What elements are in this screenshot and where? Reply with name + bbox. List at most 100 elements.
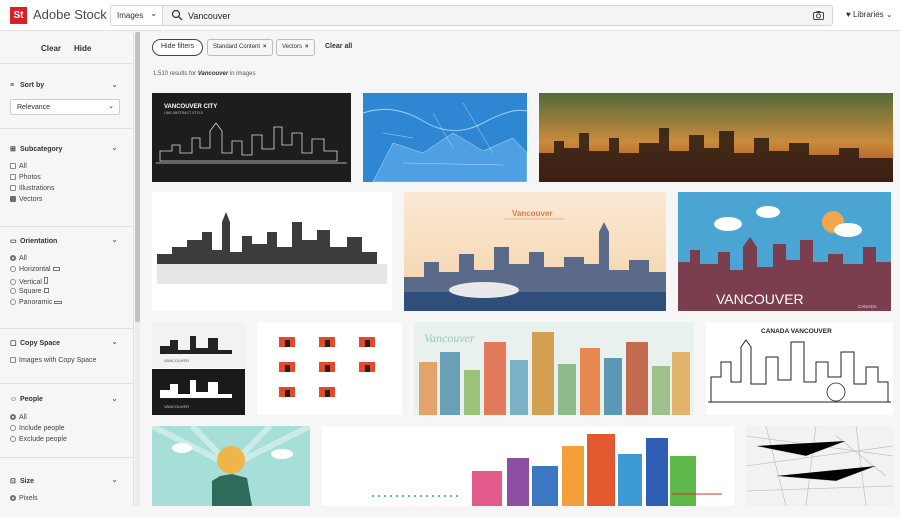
asset-type-select[interactable]: Images ⌄: [110, 5, 163, 26]
result-thumbnail[interactable]: VANCOUVER VANCOUVER: [152, 322, 245, 415]
result-thumbnail[interactable]: VANCOUVER CITY LINE ABSTRACT STYLE: [152, 93, 351, 182]
sort-section: ≡ Sort by ⌄ Relevance ⌄: [0, 80, 134, 129]
radio-horizontal[interactable]: Horizontal: [10, 266, 60, 273]
hide-filters-button[interactable]: Hide filters: [152, 39, 204, 56]
people-icon: ☺: [10, 396, 18, 403]
radio-selected[interactable]: [10, 255, 16, 261]
libraries-button[interactable]: ♥ Libraries ⌄: [846, 10, 893, 19]
close-icon[interactable]: ×: [263, 44, 267, 50]
checkbox-vectors[interactable]: Vectors: [10, 196, 42, 203]
result-thumbnail[interactable]: Vancouver: [414, 322, 694, 415]
size-header[interactable]: ⊡ Size: [10, 477, 34, 485]
skyline-line-art: VANCOUVER CITY LINE ABSTRACT STYLE: [156, 104, 347, 164]
people-title: People: [20, 396, 43, 403]
option-label: Square: [19, 288, 42, 295]
radio-pixels[interactable]: Pixels: [10, 495, 38, 502]
checkbox-checked[interactable]: [10, 196, 16, 202]
result-thumbnail[interactable]: [152, 426, 310, 506]
skyline-sunset: [539, 128, 893, 182]
copy-space-icon: ▢: [10, 340, 17, 347]
people-header[interactable]: ☺ People: [10, 396, 43, 403]
radio[interactable]: [10, 436, 16, 442]
radio[interactable]: [10, 425, 16, 431]
radio[interactable]: [10, 288, 16, 294]
option-label: Horizontal: [19, 266, 51, 273]
close-icon[interactable]: ×: [305, 44, 309, 50]
camera-icon[interactable]: [813, 11, 824, 20]
sort-header[interactable]: ≡ Sort by: [10, 82, 44, 89]
radio-selected[interactable]: [10, 414, 16, 420]
result-thumbnail[interactable]: [152, 192, 392, 311]
result-thumbnail[interactable]: [539, 93, 893, 182]
option-label: Photos: [19, 174, 41, 181]
copy-space-header[interactable]: ▢ Copy Space: [10, 339, 60, 347]
chevron-down-icon[interactable]: ⌄: [111, 235, 118, 244]
results-area: Hide filters Standard Content × Vectors × …: [140, 32, 900, 506]
radio-all[interactable]: All: [10, 255, 27, 262]
checkbox-illustrations[interactable]: Illustrations: [10, 185, 54, 192]
option-label: All: [19, 163, 27, 170]
result-thumbnail[interactable]: [746, 426, 893, 506]
skyline-two-tone: VANCOUVER VANCOUVER: [152, 322, 245, 415]
result-thumbnail[interactable]: [322, 426, 734, 506]
search-input[interactable]: Vancouver: [188, 11, 230, 21]
people-section: ☺ People ⌄ All Include people Exclude peo…: [0, 394, 134, 458]
option-label: Vectors: [19, 196, 43, 203]
result-thumbnail[interactable]: Vancouver: [404, 192, 666, 311]
sort-title: Sort by: [20, 82, 45, 89]
chevron-down-icon[interactable]: ⌄: [111, 143, 118, 152]
radio-panoramic[interactable]: Panoramic: [10, 299, 63, 306]
checkbox[interactable]: [10, 163, 16, 169]
chip-label: Standard Content: [213, 44, 261, 50]
filter-chip-vectors[interactable]: Vectors ×: [276, 39, 315, 56]
radio-people-all[interactable]: All: [10, 414, 27, 421]
tile-caption: VANCOUVER: [164, 358, 189, 363]
checkbox[interactable]: [10, 174, 16, 180]
brand-name[interactable]: Adobe Stock: [33, 7, 107, 22]
radio-square[interactable]: Square: [10, 288, 49, 295]
radio-exclude-people[interactable]: Exclude people: [10, 436, 67, 443]
adobe-stock-logo[interactable]: St: [10, 7, 27, 24]
result-thumbnail[interactable]: [257, 322, 402, 415]
chevron-down-icon[interactable]: ⌄: [111, 475, 118, 484]
chevron-down-icon[interactable]: ⌄: [111, 394, 118, 403]
option-label: Exclude people: [19, 436, 67, 443]
radio[interactable]: [10, 299, 16, 305]
clear-button[interactable]: Clear: [41, 44, 61, 53]
libraries-label: Libraries: [852, 10, 884, 19]
tile-title: Vancouver: [512, 209, 552, 218]
result-thumbnail[interactable]: CANADA VANCOUVER: [706, 322, 893, 415]
vertical-icon: [43, 277, 48, 284]
hide-button[interactable]: Hide: [74, 44, 91, 53]
search-icon: [171, 9, 183, 21]
sort-select[interactable]: Relevance ⌄: [10, 99, 120, 115]
result-thumbnail[interactable]: VANCOUVER CANADA: [678, 192, 891, 311]
subcategory-header[interactable]: ⊞ Subcategory: [10, 145, 62, 153]
radio[interactable]: [10, 279, 16, 285]
chevron-down-icon[interactable]: ⌄: [111, 80, 118, 89]
radio-selected[interactable]: [10, 495, 16, 501]
clear-all-button[interactable]: Clear all: [325, 43, 352, 50]
radio-vertical[interactable]: Vertical: [10, 277, 48, 286]
option-label: Pixels: [19, 495, 38, 502]
checkbox[interactable]: [10, 357, 16, 363]
results-text: results for: [169, 71, 197, 77]
radio-include-people[interactable]: Include people: [10, 425, 65, 432]
skyline-vivid: [372, 434, 722, 506]
tile-title: VANCOUVER CITY: [164, 104, 217, 110]
city-street-map: [746, 426, 893, 506]
checkbox-all[interactable]: All: [10, 163, 27, 170]
checkbox[interactable]: [10, 185, 16, 191]
result-thumbnail[interactable]: [363, 93, 527, 182]
checkbox-photos[interactable]: Photos: [10, 174, 41, 181]
chevron-down-icon[interactable]: ⌄: [111, 337, 118, 346]
search-bar[interactable]: Vancouver: [163, 5, 833, 26]
option-label: Illustrations: [19, 185, 55, 192]
radio[interactable]: [10, 266, 16, 272]
checkbox-copy-space[interactable]: Images with Copy Space: [10, 357, 96, 364]
results-count: 1,510 results for Vancouver in images: [153, 71, 256, 77]
skyline-sunburst: [152, 426, 310, 506]
orientation-section: ▭ Orientation ⌄ All Horizontal Vertical S…: [0, 235, 134, 329]
orientation-header[interactable]: ▭ Orientation: [10, 237, 57, 245]
filter-chip-standard-content[interactable]: Standard Content ×: [207, 39, 273, 56]
